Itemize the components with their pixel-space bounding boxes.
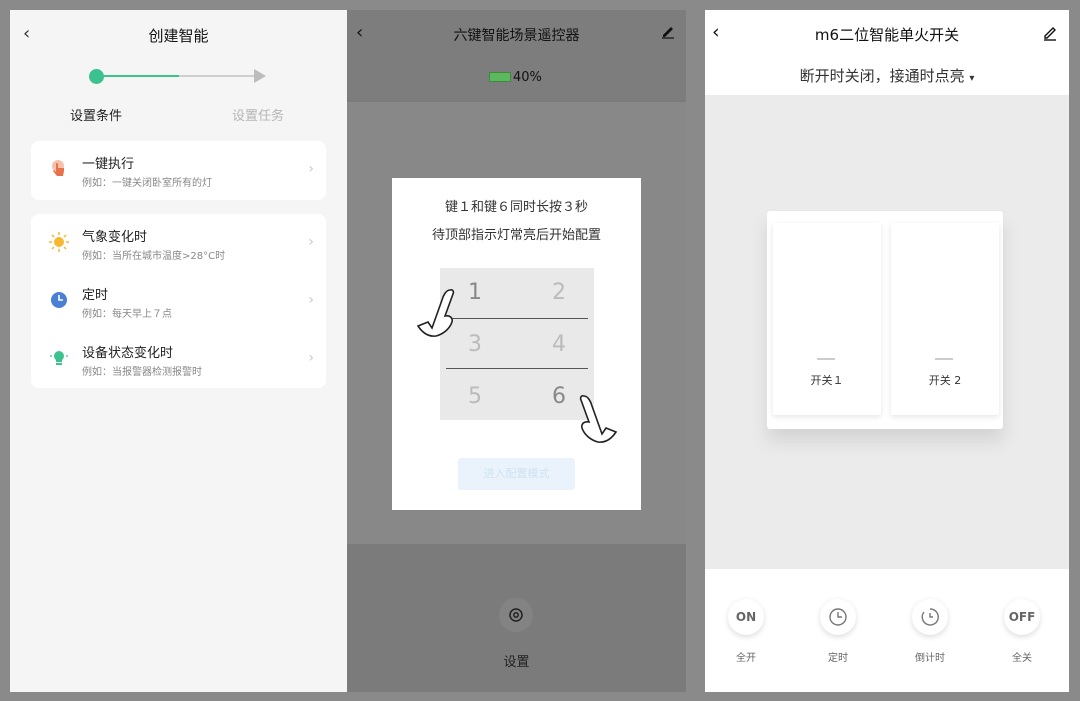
condition-example: 例如：当所在城市温度>28°C时: [82, 251, 226, 262]
page-title: 六键智能场景遥控器: [453, 28, 580, 44]
edit-icon[interactable]: [660, 23, 676, 39]
chevron-right-icon: ›: [308, 292, 314, 308]
step-label-conditions: 设置条件: [70, 109, 123, 124]
page-title: m6二位智能单火开关: [814, 26, 960, 44]
instruction-line-2: 待顶部指示灯常亮后开始配置: [431, 228, 601, 243]
control-label: 全关: [1012, 653, 1032, 664]
key-label-5: 5: [468, 384, 482, 409]
condition-row-device-state[interactable]: 设备状态变化时 例如：当报警器检测报警时 ›: [31, 330, 326, 388]
keypad-divider: [446, 318, 588, 319]
power-mode-label: 断开时关闭，接通时点亮: [799, 67, 965, 85]
switch-key-1[interactable]: 开关１: [773, 223, 881, 415]
countdown-icon: [912, 599, 948, 635]
wall-switch-panel: ‹ m6二位智能单火开关 断开时关闭，接通时点亮 ▾ 开关１ 开关 2 ON 全…: [705, 10, 1069, 692]
enter-config-button[interactable]: 进入配置模式: [458, 458, 575, 490]
countdown-control[interactable]: 倒计时: [905, 599, 955, 664]
control-bar: ON 全开 定时 倒计时 OFF 全关: [705, 569, 1069, 692]
config-instructions-dialog: 键１和键６同时长按３秒 待顶部指示灯常亮后开始配置 1 2 3 4 5 6 进入…: [392, 178, 641, 510]
off-icon: OFF: [1004, 599, 1040, 635]
header: ‹ m6二位智能单火开关 断开时关闭，接通时点亮 ▾: [705, 10, 1069, 95]
chevron-right-icon: ›: [308, 161, 314, 177]
condition-row-weather[interactable]: 气象变化时 例如：当所在城市温度>28°C时 ›: [31, 214, 326, 272]
instruction-line-1: 键１和键６同时长按３秒: [444, 200, 588, 215]
key-label-3: 3: [468, 332, 482, 357]
control-label: 定时: [828, 653, 848, 664]
on-icon: ON: [728, 599, 764, 635]
chevron-right-icon: ›: [308, 350, 314, 366]
timer-icon: [820, 599, 856, 635]
condition-card-auto: 气象变化时 例如：当所在城市温度>28°C时 › 定时 例如：每天早上７点 › …: [31, 214, 326, 388]
settings-button[interactable]: [499, 598, 533, 632]
control-label: 倒计时: [915, 653, 945, 664]
hand-pointer-icon: [416, 289, 455, 337]
header: ‹ 六键智能场景遥控器 40%: [347, 10, 686, 100]
page-title: 创建智能: [148, 27, 209, 45]
caret-down-icon: ▾: [969, 73, 975, 84]
key-label-4: 4: [552, 332, 566, 357]
step-progress-line: [102, 75, 179, 77]
tap-hand-icon: [52, 160, 64, 176]
edit-icon[interactable]: [1041, 23, 1059, 41]
switch-indicator: [935, 358, 953, 360]
keypad-illustration: 1 2 3 4 5 6: [440, 268, 594, 420]
condition-row-schedule[interactable]: 定时 例如：每天早上７点 ›: [31, 272, 326, 330]
key-label-6: 6: [552, 384, 566, 409]
condition-row-one-tap[interactable]: 一键执行 例如：一键关闭卧室所有的灯 ›: [31, 141, 326, 199]
stepper: 设置条件 设置任务: [10, 68, 347, 128]
chevron-right-icon: ›: [308, 234, 314, 250]
timer-control[interactable]: 定时: [813, 599, 863, 664]
step-remaining-line: [179, 75, 257, 77]
keypad-divider: [446, 368, 588, 369]
key-label-1: 1: [468, 280, 482, 305]
control-label: 全开: [736, 653, 756, 664]
all-off-control[interactable]: OFF 全关: [997, 599, 1047, 664]
step-arrow-icon: [254, 69, 266, 83]
battery-level: 40%: [513, 69, 542, 85]
condition-title: 一键执行: [82, 157, 135, 172]
condition-card-manual: 一键执行 例如：一键关闭卧室所有的灯 ›: [31, 141, 326, 200]
remote-config-panel: ‹ 六键智能场景遥控器 40% 键１和键６同时长按３秒 待顶部指示灯常亮后开始配…: [347, 10, 686, 692]
condition-example: 例如：每天早上７点: [82, 309, 172, 320]
hand-pointer-icon: [579, 395, 618, 443]
power-mode-selector[interactable]: 断开时关闭，接通时点亮 ▾: [705, 65, 1069, 86]
all-on-control[interactable]: ON 全开: [721, 599, 771, 664]
condition-title: 设备状态变化时: [82, 346, 174, 361]
create-smart-panel: ‹ 创建智能 设置条件 设置任务 一键执行 例如：一键关闭卧室所有的灯 › 气象…: [10, 10, 347, 692]
switch-key-2[interactable]: 开关 2: [891, 223, 999, 415]
condition-title: 定时: [82, 288, 109, 303]
switch-label: 开关 2: [928, 374, 962, 387]
settings-label: 设置: [503, 655, 530, 670]
device-bulb-icon: [50, 351, 68, 365]
gear-icon: [509, 608, 523, 622]
key-label-2: 2: [552, 280, 566, 305]
battery-status: 40%: [489, 69, 542, 85]
clock-icon: [51, 292, 67, 308]
condition-example: 例如：一键关闭卧室所有的灯: [82, 178, 212, 189]
switch-label: 开关１: [810, 374, 844, 387]
switch-indicator: [817, 358, 835, 360]
switch-plate: 开关１ 开关 2: [767, 211, 1003, 429]
condition-title: 气象变化时: [82, 230, 148, 245]
battery-icon: [489, 72, 511, 82]
step-label-tasks: 设置任务: [232, 109, 285, 124]
weather-sun-icon: [49, 232, 69, 252]
condition-example: 例如：当报警器检测报警时: [82, 367, 202, 378]
